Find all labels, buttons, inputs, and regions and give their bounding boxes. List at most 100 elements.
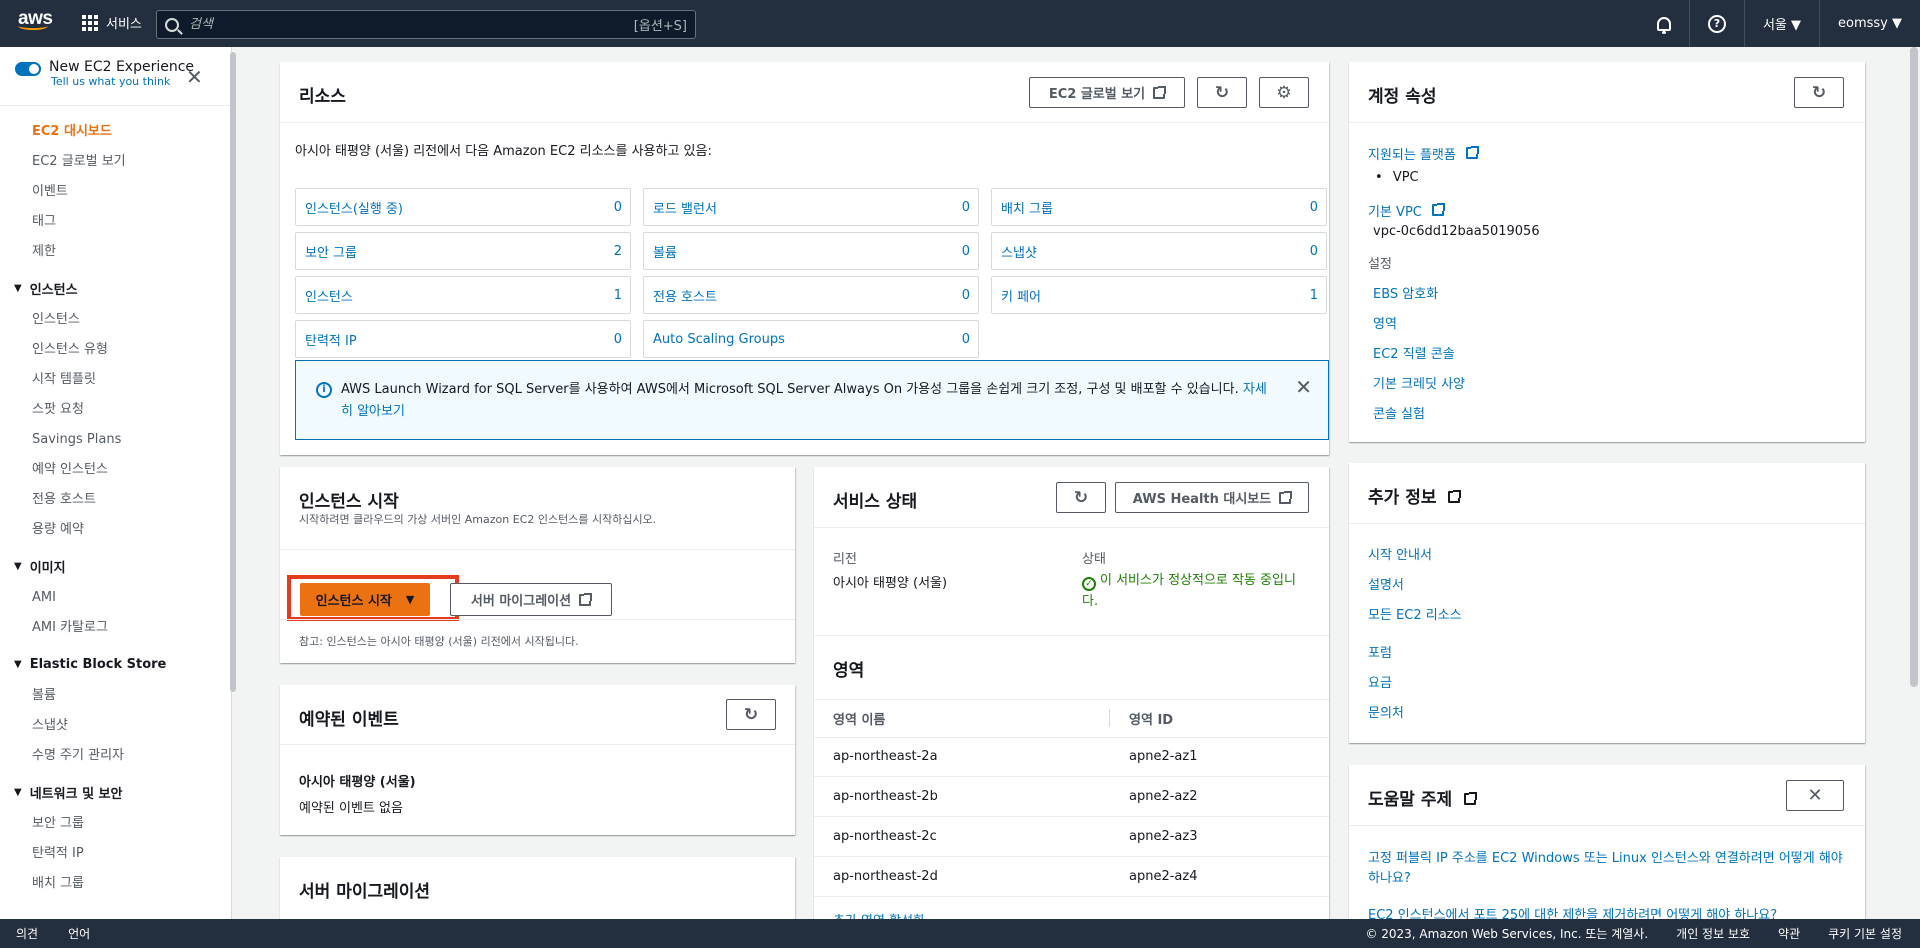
account-menu[interactable]: eomssy ▼ [1819, 0, 1920, 47]
resource-cell[interactable]: 로드 밸런서 0 [643, 188, 979, 226]
sidebar-scrollbar[interactable] [230, 52, 236, 692]
default-credit-link[interactable]: 기본 크레딧 사양 [1373, 373, 1465, 392]
divider [1349, 523, 1865, 524]
sidebar-item-lifecycle-manager[interactable]: 수명 주기 관리자 [0, 741, 231, 771]
resource-cell[interactable]: 인스턴스(실행 중) 0 [295, 188, 631, 226]
sidebar-item-elastic-ips[interactable]: 탄력적 IP [0, 839, 231, 869]
sidebar-item-security-groups[interactable]: 보안 그룹 [0, 809, 231, 839]
forums-link[interactable]: 포럼 [1368, 642, 1392, 661]
sidebar-item-ami[interactable]: AMI [0, 583, 231, 613]
sidebar-item-events[interactable]: 이벤트 [0, 177, 231, 207]
sidebar-item-dedicated-hosts[interactable]: 전용 호스트 [0, 485, 231, 515]
refresh-button[interactable]: ↻ [1056, 482, 1106, 513]
sidebar-section-instances[interactable]: ▼ 인스턴스 [0, 271, 231, 305]
zones-header-name: 영역 이름 [833, 713, 886, 728]
help-topics-panel: 도움말 주제 ✕ 고정 퍼블릭 IP 주소를 EC2 Windows 또는 Li… [1349, 765, 1865, 919]
global-view-button[interactable]: EC2 글로벌 보기 [1029, 77, 1185, 108]
search-bar[interactable]: [옵션+S] [156, 10, 696, 39]
new-experience-toggle[interactable] [15, 62, 41, 76]
health-dashboard-button[interactable]: AWS Health 대시보드 [1115, 482, 1309, 513]
resource-cell[interactable]: 볼륨 0 [643, 232, 979, 270]
zones-link[interactable]: 영역 [1373, 313, 1397, 332]
enable-zones-link[interactable]: 추가 영역 활성화 [833, 910, 925, 919]
terms-link[interactable]: 약관 [1778, 925, 1800, 942]
refresh-button[interactable]: ↻ [1794, 77, 1844, 108]
toggle-label: New EC2 Experience [49, 59, 195, 75]
info-icon: i [316, 382, 332, 398]
main-scrollbar[interactable] [1910, 47, 1918, 687]
close-icon[interactable]: ✕ [186, 65, 203, 89]
sidebar-item-placement-groups[interactable]: 배치 그룹 [0, 869, 231, 899]
resource-cell[interactable]: 키 페어 1 [991, 276, 1327, 314]
aws-logo-text: aws [18, 8, 53, 29]
refresh-button[interactable]: ↻ [726, 699, 776, 730]
status-value: ✓ 이 서비스가 정상적으로 작동 중입니다. [1082, 573, 1296, 609]
sidebar-item-savings-plans[interactable]: Savings Plans [0, 425, 231, 455]
resource-cell[interactable]: 전용 호스트 0 [643, 276, 979, 314]
console-experiments-link[interactable]: 콘솔 실험 [1373, 403, 1425, 422]
feedback-link[interactable]: 의견 [16, 925, 38, 942]
aws-logo[interactable]: aws [18, 8, 53, 36]
refresh-button[interactable]: ↻ [1197, 77, 1247, 108]
settings-button[interactable]: ⚙ [1259, 77, 1309, 108]
sidebar-nav: EC2 대시보드 EC2 글로벌 보기 이벤트 태그 제한 ▼ 인스턴스 인스턴스… [0, 117, 231, 899]
sidebar-item-dashboard[interactable]: EC2 대시보드 [0, 117, 231, 147]
notifications-button[interactable] [1639, 0, 1689, 47]
resources-intro: 아시아 태평양 (서울) 리전에서 다음 Amazon EC2 리소스를 사용하… [295, 144, 712, 159]
sidebar-item-limits[interactable]: 제한 [0, 237, 231, 267]
launch-instance-panel: 인스턴스 시작 시작하려면 클라우드의 가상 서버인 Amazon EC2 인스… [280, 467, 795, 663]
resource-cell[interactable]: 탄력적 IP 0 [295, 320, 631, 358]
resource-cell[interactable]: 인스턴스 1 [295, 276, 631, 314]
help-link-static-ip[interactable]: 고정 퍼블릭 IP 주소를 EC2 Windows 또는 Linux 인스턴스와… [1368, 849, 1848, 889]
resource-cell[interactable]: 보안 그룹 2 [295, 232, 631, 270]
all-resources-link[interactable]: 모든 EC2 리소스 [1368, 604, 1462, 623]
supported-platforms-link[interactable]: 지원되는 플랫폼 [1368, 144, 1479, 163]
caret-down-icon: ▼ [14, 560, 22, 572]
external-link-icon [1464, 792, 1478, 805]
services-button[interactable]: 서비스 [82, 13, 142, 32]
privacy-link[interactable]: 개인 정보 보호 [1676, 925, 1750, 942]
sidebar-item-instance-types[interactable]: 인스턴스 유형 [0, 335, 231, 365]
launch-note: 참고: 인스턴스는 아시아 태평양 (서울) 리전에서 시작됩니다. [299, 635, 579, 648]
help-button[interactable]: ? [1688, 0, 1744, 47]
new-experience-toggle-row: New EC2 Experience Tell us what you thin… [15, 59, 194, 88]
sidebar-section-images[interactable]: ▼ 이미지 [0, 549, 231, 583]
sidebar-item-reserved-instances[interactable]: 예약 인스턴스 [0, 455, 231, 485]
dismiss-button[interactable]: ✕ [1786, 780, 1844, 811]
sidebar-item-volumes[interactable]: 볼륨 [0, 681, 231, 711]
resources-panel: 리소스 EC2 글로벌 보기 ↻ ⚙ 아시아 태평양 (서울) 리전에서 다음 … [280, 62, 1329, 455]
sidebar-item-capacity-reservations[interactable]: 용량 예약 [0, 515, 231, 545]
default-vpc-link[interactable]: 기본 VPC [1368, 201, 1446, 220]
search-input[interactable] [189, 17, 634, 32]
language-selector[interactable]: 언어 [68, 925, 90, 942]
ebs-encryption-link[interactable]: EBS 암호화 [1373, 283, 1438, 302]
documentation-link[interactable]: 설명서 [1368, 574, 1404, 593]
sidebar-item-spot-requests[interactable]: 스팟 요청 [0, 395, 231, 425]
server-migration-button[interactable]: 서버 마이그레이션 [450, 583, 612, 616]
sidebar-item-ami-catalog[interactable]: AMI 카탈로그 [0, 613, 231, 643]
region-selector[interactable]: 서울 ▼ [1743, 0, 1819, 47]
feedback-link[interactable]: Tell us what you think [51, 75, 194, 88]
divider [280, 122, 1329, 123]
pricing-link[interactable]: 요금 [1368, 672, 1392, 691]
close-icon[interactable]: ✕ [1295, 376, 1312, 398]
external-link-icon [1448, 490, 1462, 503]
help-icon: ? [1707, 14, 1726, 33]
sidebar-item-global-view[interactable]: EC2 글로벌 보기 [0, 147, 231, 177]
resource-cell[interactable]: 배치 그룹 0 [991, 188, 1327, 226]
contact-link[interactable]: 문의처 [1368, 702, 1404, 721]
sidebar-item-tags[interactable]: 태그 [0, 207, 231, 237]
sidebar-section-ebs[interactable]: ▼ Elastic Block Store [0, 647, 231, 681]
resource-cell[interactable]: 스냅샷 0 [991, 232, 1327, 270]
serial-console-link[interactable]: EC2 직렬 콘솔 [1373, 343, 1455, 362]
sidebar-section-network[interactable]: ▼ 네트워크 및 보안 [0, 775, 231, 809]
getting-started-link[interactable]: 시작 안내서 [1368, 544, 1432, 563]
resource-cell[interactable]: Auto Scaling Groups 0 [643, 320, 979, 358]
sidebar-item-instances[interactable]: 인스턴스 [0, 305, 231, 335]
table-row: ap-northeast-2d apne2-az4 [814, 857, 1329, 897]
cookie-preferences-link[interactable]: 쿠키 기본 설정 [1828, 925, 1902, 942]
help-link-port-25[interactable]: EC2 인스턴스에서 포트 25에 대한 제한을 제거하려면 어떻게 해야 하나… [1368, 904, 1848, 919]
divider [1349, 122, 1865, 123]
sidebar-item-snapshots[interactable]: 스냅샷 [0, 711, 231, 741]
sidebar-item-launch-templates[interactable]: 시작 템플릿 [0, 365, 231, 395]
